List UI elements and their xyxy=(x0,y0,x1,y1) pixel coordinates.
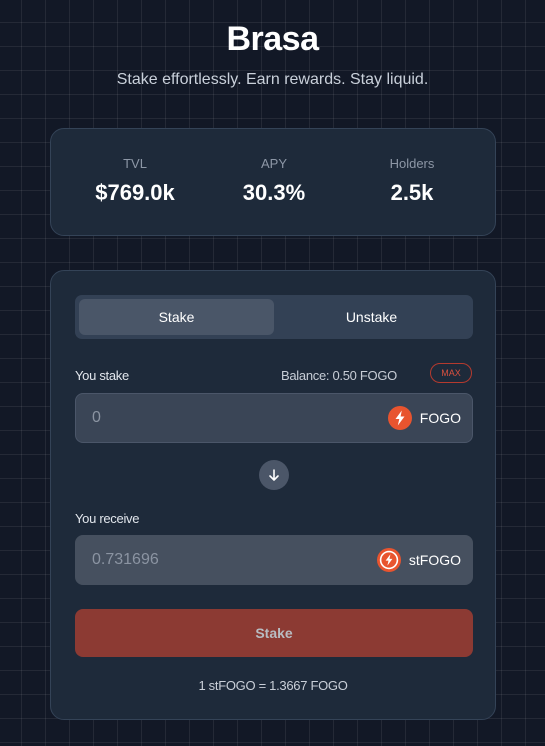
fogo-flame-icon xyxy=(387,406,412,430)
receive-field-label: You receive xyxy=(75,511,140,526)
token-fogo: FOGO xyxy=(387,406,461,430)
exchange-rate: 1 stFOGO = 1.3667 FOGO xyxy=(198,678,348,693)
stat-value: 2.5k xyxy=(390,180,434,205)
tab-stake[interactable]: Stake xyxy=(79,299,274,335)
stat-label: APY xyxy=(260,156,287,171)
stake-field-label: You stake xyxy=(75,368,129,383)
app-subtitle: Stake effortlessly. Earn rewards. Stay l… xyxy=(116,71,429,88)
receive-output: 0.731696 stFOGO xyxy=(75,535,473,585)
stfogo-flame-icon xyxy=(376,548,401,572)
stat-tvl: TVL $769.0k xyxy=(75,129,195,206)
stake-input-value: 0 xyxy=(92,409,101,426)
stake-input[interactable]: 0 FOGO xyxy=(75,393,473,443)
max-button[interactable]: MAX xyxy=(430,363,472,383)
swap-direction xyxy=(259,460,289,490)
token-name: FOGO xyxy=(419,410,461,426)
stats-card: TVL $769.0k APY 30.3% Holders 2.5k xyxy=(50,128,496,236)
stat-apy: APY 30.3% xyxy=(214,129,334,206)
token-name: stFOGO xyxy=(408,552,461,568)
stat-label: TVL xyxy=(123,156,147,171)
stake-card: Stake Unstake You stake Balance: 0.50 FO… xyxy=(50,270,496,720)
stat-value: $769.0k xyxy=(95,180,175,205)
token-stfogo: stFOGO xyxy=(376,548,461,572)
arrow-down-icon xyxy=(269,469,279,481)
stat-label: Holders xyxy=(389,156,435,171)
stake-unstake-tabs: Stake Unstake xyxy=(75,295,473,339)
stat-holders: Holders 2.5k xyxy=(352,129,472,206)
balance-text: Balance: 0.50 FOGO xyxy=(281,368,397,383)
tab-unstake[interactable]: Unstake xyxy=(274,299,469,335)
stat-value: 30.3% xyxy=(242,180,306,205)
stake-button[interactable]: Stake xyxy=(75,609,473,657)
receive-value: 0.731696 xyxy=(92,551,159,568)
app-title: Brasa xyxy=(226,20,319,58)
